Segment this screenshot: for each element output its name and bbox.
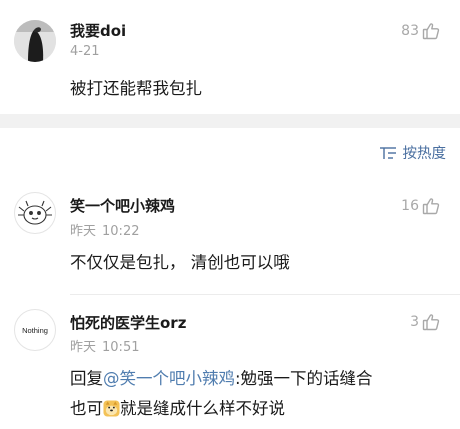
comment-line: 回复@笑一个吧小辣鸡:勉强一下的话缝合 <box>70 364 373 394</box>
doge-emoji-icon <box>103 400 120 417</box>
like-count: 16 <box>401 198 419 214</box>
sort-icon <box>379 146 396 159</box>
like-button[interactable]: 83 <box>401 21 440 41</box>
comment-time: 4-21 <box>70 44 100 59</box>
thumbs-up-icon <box>422 198 440 215</box>
comment-text-part: :勉强一下的话缝合 <box>235 369 373 388</box>
section-separator <box>0 114 460 128</box>
sort-button[interactable]: 按热度 <box>379 142 447 163</box>
username[interactable]: 笑一个吧小辣鸡 <box>70 195 175 216</box>
thumbs-up-icon <box>422 23 440 40</box>
comment-line: 也可 就是缝成什么样不好说 <box>70 394 373 424</box>
thumbs-up-icon <box>422 314 440 331</box>
comment-time: 昨天 10:51 <box>70 336 139 355</box>
time: 10:51 <box>102 340 140 355</box>
time: 4-21 <box>70 44 100 59</box>
avatar-text: Nothing <box>22 325 48 335</box>
date-label: 昨天 <box>70 340 97 355</box>
like-button[interactable]: 16 <box>401 196 440 216</box>
comment-text: 被打还能帮我包扎 <box>70 79 202 98</box>
comment-text-part: 就是缝成什么样不好说 <box>120 399 285 418</box>
mention-link[interactable]: @笑一个吧小辣鸡 <box>103 369 235 388</box>
cartoon-avatar <box>18 200 52 225</box>
like-count: 3 <box>410 314 419 330</box>
avatar[interactable] <box>14 192 56 234</box>
date-label: 昨天 <box>70 224 97 239</box>
username[interactable]: 我要doi <box>70 20 126 41</box>
comment-divider <box>70 294 460 295</box>
avatar[interactable]: Nothing <box>14 309 56 351</box>
avatar-photo <box>14 20 56 62</box>
comment-text-part: 也可 <box>70 399 103 418</box>
comment-text: 回复@笑一个吧小辣鸡:勉强一下的话缝合 也可 就是缝成什么样不好说 <box>70 364 373 424</box>
comment-time: 昨天 10:22 <box>70 220 139 239</box>
like-count: 83 <box>401 23 419 39</box>
time: 10:22 <box>102 224 140 239</box>
username[interactable]: 怕死的医学生orz <box>70 312 186 333</box>
avatar[interactable] <box>14 20 56 62</box>
reply-prefix: 回复 <box>70 369 103 388</box>
like-button[interactable]: 3 <box>410 312 440 332</box>
comment-text: 不仅仅是包扎， 清创也可以哦 <box>70 253 290 272</box>
sort-label: 按热度 <box>402 146 447 162</box>
